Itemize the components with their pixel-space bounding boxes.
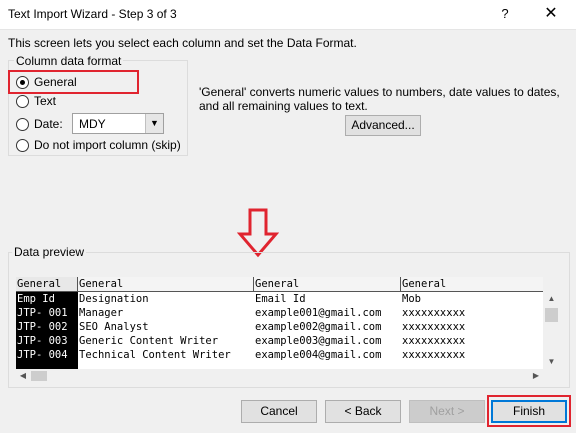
horizontal-scrollbar[interactable]: ◀ ▶: [16, 369, 560, 383]
general-highlight-box: [8, 70, 139, 94]
down-arrow-icon: [237, 208, 279, 258]
radio-skip[interactable]: Do not import column (skip): [16, 138, 181, 152]
preview-cell: xxxxxxxxxx: [402, 335, 466, 347]
preview-cell: Technical Content Writer: [79, 349, 231, 361]
preview-column-4[interactable]: General Mob xxxxxxxxxx xxxxxxxxxx xxxxxx…: [401, 277, 543, 369]
format-description: 'General' converts numeric values to num…: [199, 85, 560, 113]
column-header[interactable]: General: [16, 277, 78, 292]
preview-cell: xxxxxxxxxx: [402, 349, 466, 361]
preview-cell: xxxxxxxxxx: [402, 321, 466, 333]
close-button[interactable]: ✕: [536, 3, 566, 25]
radio-skip-label: Do not import column (skip): [34, 138, 181, 152]
vertical-scroll-thumb[interactable]: [545, 308, 558, 322]
intro-text: This screen lets you select each column …: [8, 36, 357, 50]
chevron-down-icon[interactable]: ▼: [145, 114, 163, 133]
radio-text[interactable]: Text: [16, 94, 56, 108]
preview-cell: Mob: [402, 293, 421, 305]
column-header[interactable]: General: [254, 277, 401, 292]
radio-skip-indicator[interactable]: [16, 138, 29, 152]
advanced-button[interactable]: Advanced...: [345, 115, 421, 136]
preview-cell: JTP- 002: [17, 321, 68, 333]
column-header[interactable]: General: [401, 277, 543, 292]
preview-cell: example002@gmail.com: [255, 321, 382, 333]
preview-cell: example003@gmail.com: [255, 335, 382, 347]
column-format-legend: Column data format: [14, 54, 124, 68]
preview-cell: Generic Content Writer: [79, 335, 219, 347]
preview-column-2[interactable]: General Designation Manager SEO Analyst …: [78, 277, 254, 369]
preview-cell: xxxxxxxxxx: [402, 307, 466, 319]
preview-column-3[interactable]: General Email Id example001@gmail.com ex…: [254, 277, 401, 369]
column-header[interactable]: General: [78, 277, 254, 292]
preview-cell: Manager: [79, 307, 124, 319]
preview-cell: Email Id: [255, 293, 306, 305]
help-button[interactable]: ?: [493, 3, 517, 25]
preview-cell: JTP- 004: [17, 349, 68, 361]
next-button[interactable]: Next >: [409, 400, 485, 423]
title-bar: Text Import Wizard - Step 3 of 3 ? ✕: [0, 0, 576, 30]
preview-cell: example004@gmail.com: [255, 349, 382, 361]
date-format-select[interactable]: MDY ▼: [72, 113, 164, 134]
scroll-right-icon[interactable]: ▶: [529, 369, 543, 383]
scroll-left-icon[interactable]: ◀: [16, 369, 30, 383]
radio-date[interactable]: Date:: [16, 117, 63, 131]
radio-text-label: Text: [34, 94, 57, 108]
horizontal-scroll-thumb[interactable]: [31, 371, 47, 381]
back-button[interactable]: < Back: [325, 400, 401, 423]
data-preview-legend: Data preview: [12, 245, 87, 259]
cancel-button[interactable]: Cancel: [241, 400, 317, 423]
vertical-scrollbar[interactable]: ▲ ▼: [543, 277, 560, 369]
data-preview-grid[interactable]: General Emp Id JTP- 001 JTP- 002 JTP- 00…: [16, 277, 543, 369]
scroll-down-icon[interactable]: ▼: [543, 355, 560, 369]
scroll-up-icon[interactable]: ▲: [543, 292, 560, 306]
radio-date-indicator[interactable]: [16, 117, 29, 131]
preview-cell: Designation: [79, 293, 149, 305]
window-title: Text Import Wizard - Step 3 of 3: [8, 7, 177, 21]
radio-text-indicator[interactable]: [16, 94, 29, 108]
preview-cell: JTP- 001: [17, 307, 68, 319]
preview-cell: SEO Analyst: [79, 321, 149, 333]
preview-cell: example001@gmail.com: [255, 307, 382, 319]
date-format-value: MDY: [79, 117, 106, 131]
finish-highlight-box: [487, 395, 571, 427]
preview-column-1[interactable]: General Emp Id JTP- 001 JTP- 002 JTP- 00…: [16, 277, 78, 369]
preview-cell: Emp Id: [17, 293, 55, 305]
preview-cell: JTP- 003: [17, 335, 68, 347]
radio-date-label: Date:: [34, 117, 63, 131]
